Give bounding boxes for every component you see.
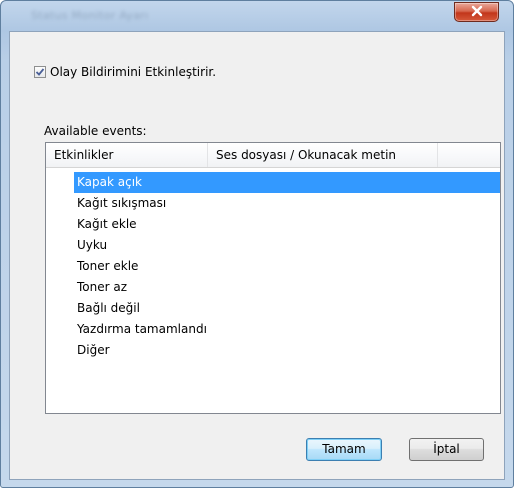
- list-item-uyku[interactable]: Uyku: [74, 235, 500, 256]
- checkmark-icon: [35, 68, 45, 76]
- list-item-kagit-sikismasi[interactable]: Kağıt sıkışması: [74, 193, 500, 214]
- window-title: Status Monitor Ayarı: [31, 9, 149, 22]
- list-item-kagit-ekle[interactable]: Kağıt ekle: [74, 214, 500, 235]
- column-header-events[interactable]: Etkinlikler: [46, 143, 208, 167]
- column-header-sound-file[interactable]: Ses dosyası / Okunacak metin: [208, 143, 438, 167]
- list-item-toner-ekle[interactable]: Toner ekle: [74, 256, 500, 277]
- dialog-client-area: Olay Bildirimini Etkinleştirir. Availabl…: [9, 31, 505, 480]
- list-item-bagli-degil[interactable]: Bağlı değil: [74, 298, 500, 319]
- close-icon: [470, 5, 484, 20]
- cancel-button[interactable]: İptal: [409, 438, 484, 461]
- list-item-toner-az[interactable]: Toner az: [74, 277, 500, 298]
- events-list[interactable]: Etkinlikler Ses dosyası / Okunacak metin…: [45, 142, 501, 414]
- enable-notification-checkbox[interactable]: Olay Bildirimini Etkinleştirir.: [34, 65, 216, 79]
- list-header: Etkinlikler Ses dosyası / Okunacak metin: [46, 143, 500, 168]
- list-item-diger[interactable]: Diğer: [74, 340, 500, 361]
- list-item-yazdirma-tamamlandi[interactable]: Yazdırma tamamlandı: [74, 319, 500, 340]
- ok-button[interactable]: Tamam: [306, 438, 382, 461]
- checkbox-label: Olay Bildirimini Etkinleştirir.: [50, 65, 217, 79]
- list-item-kapak-acik[interactable]: Kapak açık: [74, 172, 500, 193]
- dialog-window: Status Monitor Ayarı Olay Bildirimini Et…: [0, 0, 514, 488]
- title-bar[interactable]: Status Monitor Ayarı: [1, 1, 513, 29]
- available-events-label: Available events:: [44, 124, 147, 138]
- close-button[interactable]: [454, 2, 499, 22]
- checkbox-box[interactable]: [34, 66, 46, 78]
